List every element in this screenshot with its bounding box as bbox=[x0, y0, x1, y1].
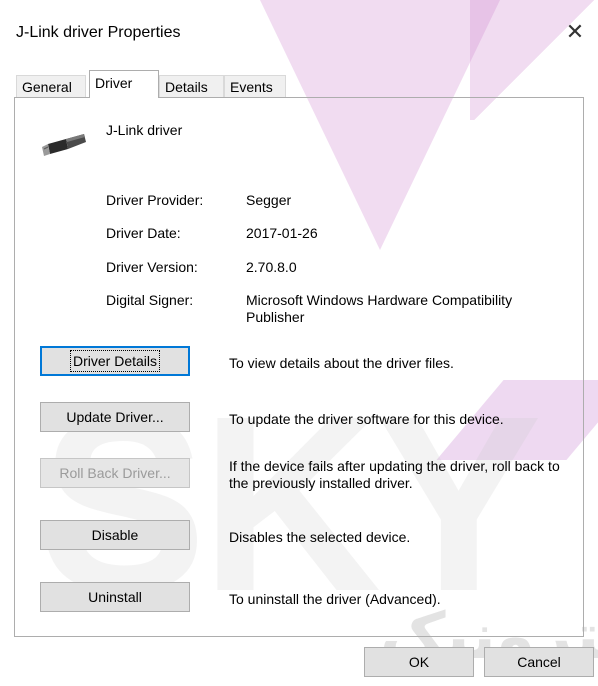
provider-value: Segger bbox=[246, 192, 292, 208]
signer-label: Digital Signer: bbox=[106, 292, 194, 308]
driver-details-label: Driver Details bbox=[69, 350, 161, 372]
signer-value: Microsoft Windows Hardware Compatibility… bbox=[246, 292, 513, 325]
driver-details-desc: To view details about the driver files. bbox=[229, 355, 454, 371]
tab-driver[interactable]: Driver bbox=[89, 70, 159, 98]
uninstall-button[interactable]: Uninstall bbox=[40, 582, 190, 612]
window-title: J-Link driver Properties bbox=[16, 24, 181, 41]
roll-back-driver-button: Roll Back Driver... bbox=[40, 458, 190, 488]
cancel-button[interactable]: Cancel bbox=[484, 647, 594, 677]
disable-button[interactable]: Disable bbox=[40, 520, 190, 550]
provider-label: Driver Provider: bbox=[106, 192, 204, 208]
update-driver-desc: To update the driver software for this d… bbox=[229, 411, 504, 427]
title-bar[interactable]: J-Link driver Properties ✕ bbox=[0, 0, 598, 64]
tab-events[interactable]: Events bbox=[224, 75, 286, 97]
close-icon: ✕ bbox=[565, 19, 585, 44]
date-label: Driver Date: bbox=[106, 225, 181, 241]
device-name: J-Link driver bbox=[106, 122, 183, 138]
date-value: 2017-01-26 bbox=[246, 225, 318, 241]
ok-button[interactable]: OK bbox=[364, 647, 474, 677]
uninstall-desc: To uninstall the driver (Advanced). bbox=[229, 591, 441, 607]
close-button[interactable]: ✕ bbox=[552, 0, 598, 64]
usb-plug-icon bbox=[42, 134, 86, 156]
roll-back-driver-desc: If the device fails after updating the d… bbox=[229, 458, 560, 491]
version-label: Driver Version: bbox=[106, 259, 198, 275]
tab-general[interactable]: General bbox=[16, 75, 86, 97]
update-driver-button[interactable]: Update Driver... bbox=[40, 402, 190, 432]
tab-details[interactable]: Details bbox=[159, 75, 224, 97]
disable-desc: Disables the selected device. bbox=[229, 529, 411, 545]
version-value: 2.70.8.0 bbox=[246, 259, 297, 275]
driver-details-button[interactable]: Driver Details bbox=[40, 346, 190, 376]
